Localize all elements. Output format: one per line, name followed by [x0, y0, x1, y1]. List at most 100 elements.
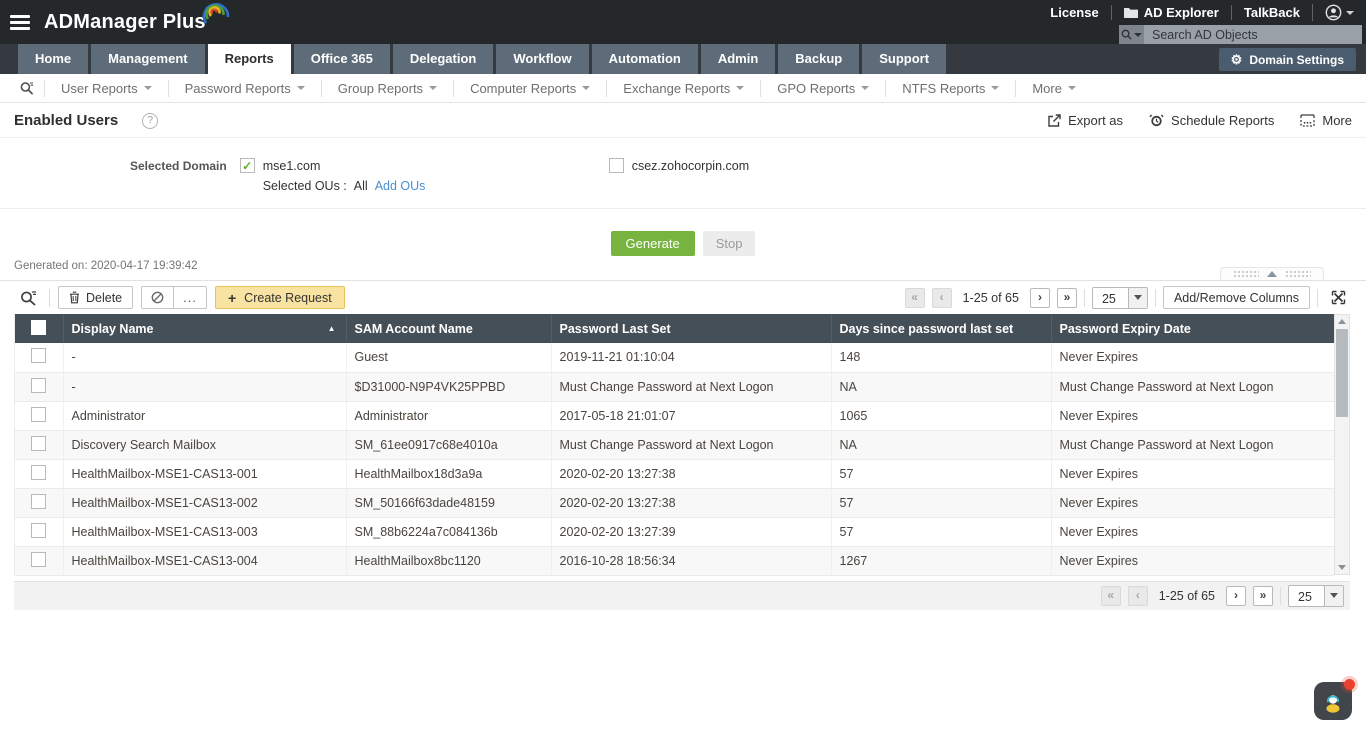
subnav-item-label: User Reports: [61, 80, 138, 96]
table-cell: Administrator: [62, 401, 346, 431]
more-grid-icon: [1300, 114, 1316, 127]
column-header-label: Display Name: [71, 321, 154, 336]
export-as-button[interactable]: Export as: [1047, 113, 1123, 128]
row-check-cell: [15, 517, 63, 547]
column-search-button[interactable]: [14, 290, 41, 306]
tab-workflow[interactable]: Workflow: [496, 44, 589, 74]
subnav-item-gpo-reports[interactable]: GPO Reports: [761, 79, 887, 97]
report-search-button[interactable]: [10, 79, 45, 97]
row-checkbox[interactable]: [31, 435, 47, 451]
select-all-checkbox[interactable]: [31, 319, 47, 335]
pager-last-button[interactable]: »: [1056, 287, 1077, 308]
table-cell: 1267: [830, 546, 1051, 576]
pager-prev-button[interactable]: ‹: [931, 287, 952, 308]
row-checkbox[interactable]: [31, 377, 47, 393]
chevron-down-icon: [1127, 287, 1147, 308]
domain-checkbox[interactable]: [608, 158, 624, 173]
domain-settings-button[interactable]: ⚙ Domain Settings: [1218, 48, 1356, 71]
app-logo-text: ADManager Plus: [44, 10, 206, 33]
user-menu-button[interactable]: [1312, 4, 1362, 21]
column-header-password-last-set[interactable]: Password Last Set: [550, 314, 831, 343]
disable-button[interactable]: [142, 287, 173, 308]
subnav-item-computer-reports[interactable]: Computer Reports: [454, 79, 608, 97]
schedule-reports-button[interactable]: Schedule Reports: [1149, 113, 1274, 128]
more-label: More: [1322, 113, 1352, 128]
table-cell: 2020-02-20 13:27:38: [550, 459, 831, 489]
search-input[interactable]: [1144, 25, 1362, 44]
topbar-link-talkback[interactable]: TalkBack: [1230, 5, 1312, 20]
column-header-days-since-password-last-set[interactable]: Days since password last set: [830, 314, 1051, 343]
table-cell: 57: [830, 459, 1051, 489]
row-checkbox[interactable]: [31, 551, 47, 567]
subnav-item-ntfs-reports[interactable]: NTFS Reports: [886, 79, 1017, 97]
topbar-link-license[interactable]: License: [1038, 5, 1110, 20]
add-remove-columns-button[interactable]: Add/Remove Columns: [1162, 286, 1310, 309]
collapse-handle[interactable]: [1220, 267, 1324, 280]
user-avatar-icon: [1325, 4, 1342, 21]
delete-button[interactable]: Delete: [58, 286, 134, 309]
vertical-scrollbar[interactable]: [1334, 314, 1350, 575]
logo-swoosh-icon: [200, 0, 230, 27]
pager-next-button[interactable]: ›: [1029, 287, 1050, 308]
pager-first-button[interactable]: «: [1100, 585, 1121, 606]
row-checkbox[interactable]: [31, 406, 47, 422]
page-size-select[interactable]: 25: [1091, 286, 1148, 309]
chevron-down-icon: [582, 86, 591, 90]
search-scope-button[interactable]: [1119, 25, 1144, 44]
hamburger-menu-icon[interactable]: [10, 14, 30, 30]
topbar-link-ad-explorer[interactable]: AD Explorer: [1110, 5, 1231, 20]
gear-icon: ⚙: [1230, 52, 1243, 67]
pager-range: 1-25 of 65: [1158, 588, 1215, 603]
subnav-item-exchange-reports[interactable]: Exchange Reports: [607, 79, 762, 97]
pager-prev-button[interactable]: ‹: [1127, 585, 1148, 606]
row-checkbox[interactable]: [31, 493, 47, 509]
grid-wrap: Display Name ▲ SAM Account Name Password La…: [14, 314, 1350, 576]
tab-admin[interactable]: Admin: [700, 44, 776, 74]
subnav-item-password-reports[interactable]: Password Reports: [169, 79, 322, 97]
row-actions-group: ...: [141, 286, 207, 309]
subnav-item-more[interactable]: More: [1016, 80, 1092, 97]
tab-automation[interactable]: Automation: [591, 44, 698, 74]
tab-office-365[interactable]: Office 365: [293, 44, 390, 74]
row-checkbox[interactable]: [31, 348, 47, 364]
row-checkbox[interactable]: [31, 522, 47, 538]
subnav-item-group-reports[interactable]: Group Reports: [322, 79, 455, 97]
stop-button[interactable]: Stop: [702, 231, 756, 256]
pager-last-button[interactable]: »: [1253, 585, 1273, 606]
add-ous-link[interactable]: Add OUs: [375, 179, 426, 193]
help-icon[interactable]: ?: [142, 112, 159, 129]
export-icon: [1047, 113, 1061, 128]
column-header-display-name[interactable]: Display Name ▲: [62, 314, 346, 343]
table-cell: Must Change Password at Next Logon: [550, 372, 831, 402]
column-header-sam-account-name[interactable]: SAM Account Name: [345, 314, 551, 343]
page-size-select[interactable]: 25: [1288, 584, 1344, 607]
support-chat-button[interactable]: [1314, 679, 1355, 720]
table-cell: 2020-02-20 13:27:39: [550, 517, 831, 547]
tab-backup[interactable]: Backup: [778, 44, 860, 74]
create-request-button[interactable]: + Create Request: [214, 286, 345, 309]
scrollbar-thumb[interactable]: [1336, 329, 1348, 417]
pager-next-button[interactable]: ›: [1226, 585, 1246, 606]
tab-management[interactable]: Management: [91, 44, 205, 74]
tab-reports[interactable]: Reports: [207, 44, 291, 74]
generate-button[interactable]: Generate: [610, 231, 695, 256]
table-cell: SM_50166f63dade48159: [345, 488, 551, 518]
tab-delegation[interactable]: Delegation: [392, 44, 494, 74]
tab-home[interactable]: Home: [18, 44, 89, 74]
scroll-up-icon[interactable]: [1338, 315, 1346, 328]
pager-top: « ‹ 1-25 of 65 › » 25 Add/Remove Columns: [904, 286, 1350, 309]
schedule-icon: [1149, 113, 1164, 128]
table-cell: Never Expires: [1050, 343, 1335, 373]
chevron-down-icon: [991, 86, 1000, 90]
more-button[interactable]: More: [1300, 113, 1352, 128]
subnav-item-user-reports[interactable]: User Reports: [45, 79, 169, 97]
more-actions-button[interactable]: ...: [173, 287, 206, 308]
column-header-password-expiry-date[interactable]: Password Expiry Date: [1050, 314, 1335, 343]
expand-grid-button[interactable]: [1325, 290, 1350, 305]
chevron-glyph: [1330, 593, 1338, 598]
domain-checkbox[interactable]: ✓: [239, 158, 255, 173]
tab-support[interactable]: Support: [862, 44, 947, 74]
scroll-down-icon[interactable]: [1338, 561, 1346, 574]
pager-first-button[interactable]: «: [904, 287, 925, 308]
row-checkbox[interactable]: [31, 464, 47, 480]
